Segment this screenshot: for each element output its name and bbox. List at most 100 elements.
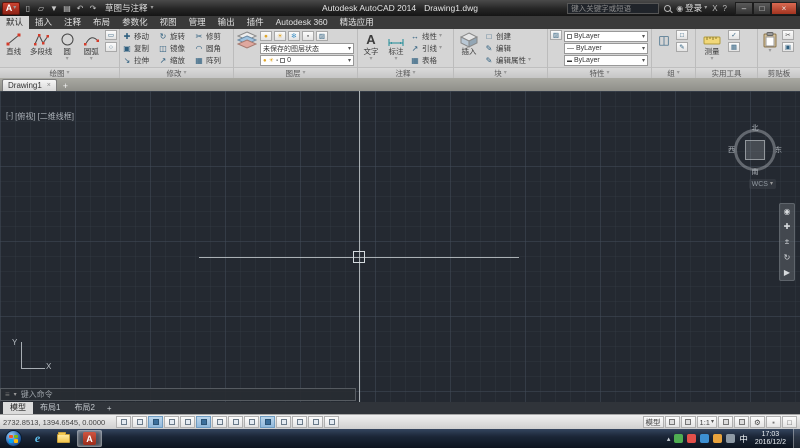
steering-wheel-icon[interactable]: ◉ [784,207,791,216]
command-history-icon[interactable]: ▾ [14,392,17,398]
tab-manage[interactable]: 管理 [183,16,212,29]
layer-lock-button[interactable]: ▪ [302,31,314,41]
tray-icon[interactable] [726,434,735,443]
edit-attributes-button[interactable]: ✎编辑属性▾ [484,54,531,66]
tab-autodesk360[interactable]: Autodesk 360 [270,16,334,29]
model-tab[interactable]: 模型 [3,402,33,414]
table-button[interactable]: ▦表格 [410,54,442,66]
tab-plugins[interactable]: 插件 [241,16,270,29]
layer-freeze-button[interactable]: ✻ [288,31,300,41]
pan-icon[interactable]: ✚ [784,222,791,231]
linear-dimension-button[interactable]: ↔线性▾ [410,30,442,42]
toggle-dynamic-input[interactable] [260,416,275,428]
maximize-button[interactable]: □ [753,2,771,15]
measure-button[interactable]: 测量 ▾ [698,30,726,67]
command-grip-icon[interactable]: ≡ [5,390,10,399]
annotation-scale-button[interactable]: 1:1 ▾ [697,416,717,428]
taskbar-clock[interactable]: 17:03 2016/12/2 [752,431,789,447]
viewcube-south-label[interactable]: 南 [752,167,759,177]
tray-icon[interactable] [687,434,696,443]
draw-panel-title[interactable]: 绘图 ▾ [0,67,119,78]
text-button[interactable]: A 文字 ▾ [360,30,382,67]
annotation-visibility-button[interactable] [718,416,733,428]
groups-panel-title[interactable]: 组 ▾ [652,67,695,78]
leader-button[interactable]: ↗引线▾ [410,42,442,54]
visual-style-control[interactable]: [二维线框] [38,111,74,122]
toolbar-lock-button[interactable]: ▪ [766,416,781,428]
copy-button[interactable]: ▣复制 [122,42,158,54]
viewcube-east-label[interactable]: 东 [775,145,782,155]
wcs-dropdown[interactable]: WCS ▾ [749,179,776,189]
array-button[interactable]: ▦阵列 [194,54,230,66]
quick-view-drawings-button[interactable] [665,416,680,428]
redo-button[interactable]: ↷ [88,4,98,13]
close-icon[interactable]: × [47,82,51,89]
toggle-infer-constraints[interactable] [116,416,131,428]
exchange-apps-icon[interactable]: X [712,4,717,13]
toggle-dynamic-ucs[interactable] [244,416,259,428]
paste-button[interactable]: ▾ [760,30,780,67]
undo-button[interactable]: ↶ [75,4,85,13]
toggle-grid-display[interactable] [148,416,163,428]
orbit-icon[interactable]: ↻ [784,253,791,262]
command-line[interactable]: ≡ ▾ 键入命令 [0,388,356,401]
toggle-selection-cycling[interactable] [324,416,339,428]
quick-view-layouts-button[interactable] [681,416,696,428]
dimension-button[interactable]: 标注 ▾ [384,30,408,67]
layout2-tab[interactable]: 布局2 [67,402,101,414]
new-drawing-tab-button[interactable]: + [59,80,72,91]
tray-icon[interactable] [674,434,683,443]
coordinate-readout[interactable]: 2732.8513, 1394.6545, 0.0000 [3,418,115,427]
properties-panel-title[interactable]: 特性 ▾ [548,67,651,78]
save-button[interactable]: ▼ [49,4,59,13]
viewcube-west-label[interactable]: 西 [728,145,735,155]
group-edit-button[interactable]: ✎ [676,42,688,52]
stretch-button[interactable]: ↘拉伸 [122,54,158,66]
help-button[interactable]: ? [723,4,727,13]
quick-calculator-button[interactable]: ▦ [728,42,740,52]
file-tab-drawing1[interactable]: Drawing1 × [2,79,57,91]
group-button[interactable]: ◫ [654,30,674,67]
show-motion-icon[interactable]: ▶ [784,268,790,277]
toggle-transparency[interactable] [292,416,307,428]
toggle-ortho-mode[interactable] [164,416,179,428]
model-space-button[interactable]: 模型 [643,416,664,428]
annotation-panel-title[interactable]: 注释 ▾ [358,67,453,78]
edit-block-button[interactable]: ✎编辑 [484,42,531,54]
layer-off-button[interactable]: ● [260,31,272,41]
layer-match-button[interactable]: ▨ [316,31,328,41]
arc-button[interactable]: 圆弧 ▾ [79,30,103,67]
move-button[interactable]: ✚移动 [122,30,158,42]
ungroup-button[interactable]: □ [676,30,688,40]
application-menu-button[interactable]: A ▾ [2,2,20,15]
viewcube-north-label[interactable]: 北 [752,123,759,133]
quick-select-button[interactable]: ✓ [728,30,740,40]
toggle-object-snap-tracking[interactable] [228,416,243,428]
scale-button[interactable]: ↗缩放 [158,54,194,66]
viewport-menu-control[interactable]: [-] [6,111,13,122]
polyline-button[interactable]: 多段线 [28,30,55,67]
trim-button[interactable]: ✂修剪 [194,30,230,42]
layer-state-dropdown[interactable]: 未保存的图层状态 ▾ [260,43,354,54]
search-input[interactable] [567,3,659,14]
internet-explorer-button[interactable]: e [25,430,50,447]
linetype-dropdown[interactable]: — ByLayer ▾ [564,43,648,54]
annotation-autoscale-button[interactable] [734,416,749,428]
toggle-polar-tracking[interactable] [180,416,195,428]
new-layout-button[interactable]: + [102,404,117,413]
tab-annotate[interactable]: 注释 [58,16,87,29]
tab-output[interactable]: 输出 [212,16,241,29]
drawing-canvas[interactable]: [-] [俯视] [二维线框] 北 南 西 东 WCS ▾ ◉ ✚ ± ↻ ▶ … [0,91,800,402]
new-file-button[interactable]: ▯ [23,4,33,13]
line-button[interactable]: 直线 [2,30,26,67]
clean-screen-button[interactable]: □ [782,416,797,428]
plot-button[interactable]: ▤ [62,4,72,13]
viewcube[interactable]: 北 南 西 东 [730,125,780,175]
toggle-lineweight[interactable] [276,416,291,428]
lineweight-dropdown[interactable]: ▬ ByLayer ▾ [564,55,648,66]
search-icon[interactable] [664,5,671,12]
clipboard-panel-title[interactable]: 剪贴板 [758,67,800,78]
utilities-panel-title[interactable]: 实用工具 [696,67,757,78]
toggle-3d-object-snap[interactable] [212,416,227,428]
layer-isolate-button[interactable]: ☀ [274,31,286,41]
